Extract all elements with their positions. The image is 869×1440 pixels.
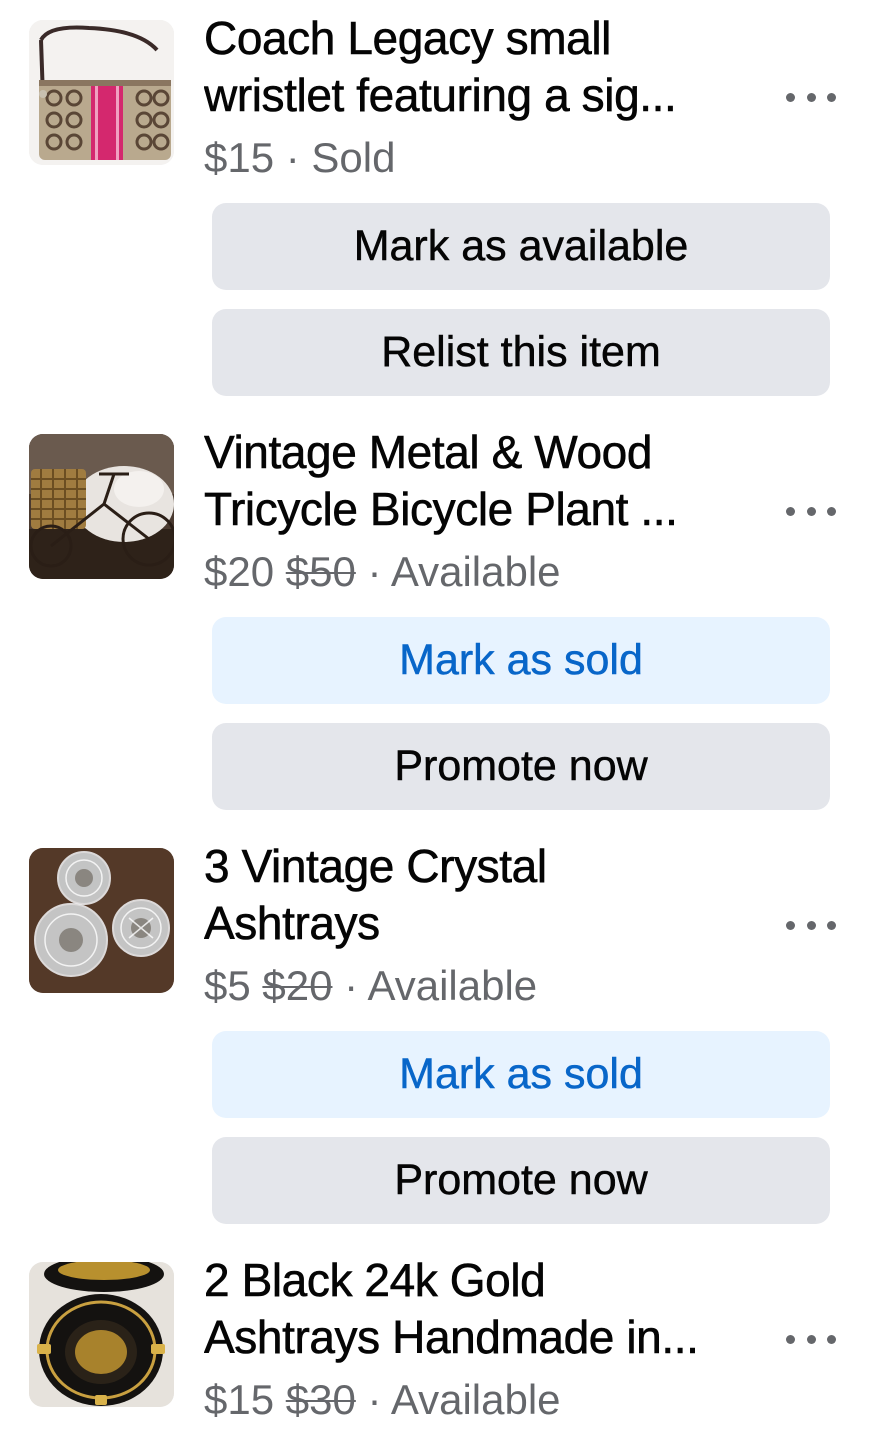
listing-price-status: $20 $50 · Available (204, 546, 561, 598)
listing-price-status: $15 $30 · Available (204, 1374, 561, 1426)
separator: · (355, 548, 391, 595)
listing-price-status: $5 $20 · Available (204, 960, 537, 1012)
listing-thumbnail[interactable] (29, 1262, 174, 1407)
listing-price: $15 (204, 134, 275, 181)
listing-price-status: $15 · Sold (204, 132, 395, 184)
listing-thumbnail[interactable] (29, 848, 174, 993)
mark-as-sold-button[interactable]: Mark as sold (212, 617, 830, 704)
more-horizontal-icon[interactable] (786, 496, 836, 526)
listing-price: $15 (204, 1376, 275, 1423)
listing-price: $20 (204, 548, 275, 595)
listing-title[interactable]: Coach Legacy small wristlet featuring a … (204, 10, 759, 124)
listing-title[interactable]: 3 Vintage Crystal Ashtrays (204, 838, 759, 952)
crystal-ashtrays-photo (29, 848, 174, 993)
listing-original-price: $20 (262, 962, 333, 1009)
listing-original-price: $30 (285, 1376, 356, 1423)
separator: · (332, 962, 368, 1009)
listing-status: Available (367, 962, 538, 1009)
listing-title[interactable]: Vintage Metal & Wood Tricycle Bicycle Pl… (204, 424, 759, 538)
gold-ashtrays-photo (29, 1262, 174, 1407)
mark-as-available-button[interactable]: Mark as available (212, 203, 830, 290)
listing-status: Available (390, 548, 561, 595)
mark-as-sold-button[interactable]: Mark as sold (212, 1031, 830, 1118)
relist-item-button[interactable]: Relist this item (212, 309, 830, 396)
listing-title[interactable]: 2 Black 24k Gold Ashtrays Handmade in... (204, 1252, 759, 1366)
more-horizontal-icon[interactable] (786, 1324, 836, 1354)
listing-status: Sold (311, 134, 396, 181)
listing-thumbnail[interactable] (29, 20, 174, 165)
more-horizontal-icon[interactable] (786, 910, 836, 940)
promote-now-button[interactable]: Promote now (212, 723, 830, 810)
listing-status: Available (390, 1376, 561, 1423)
separator: · (274, 134, 312, 181)
tricycle-planter-photo (29, 434, 174, 579)
more-horizontal-icon[interactable] (786, 82, 836, 112)
listing-original-price: $50 (285, 548, 356, 595)
promote-now-button[interactable]: Promote now (212, 1137, 830, 1224)
listing-price: $5 (204, 962, 251, 1009)
separator: · (355, 1376, 391, 1423)
handbag-photo (29, 20, 174, 165)
listing-thumbnail[interactable] (29, 434, 174, 579)
